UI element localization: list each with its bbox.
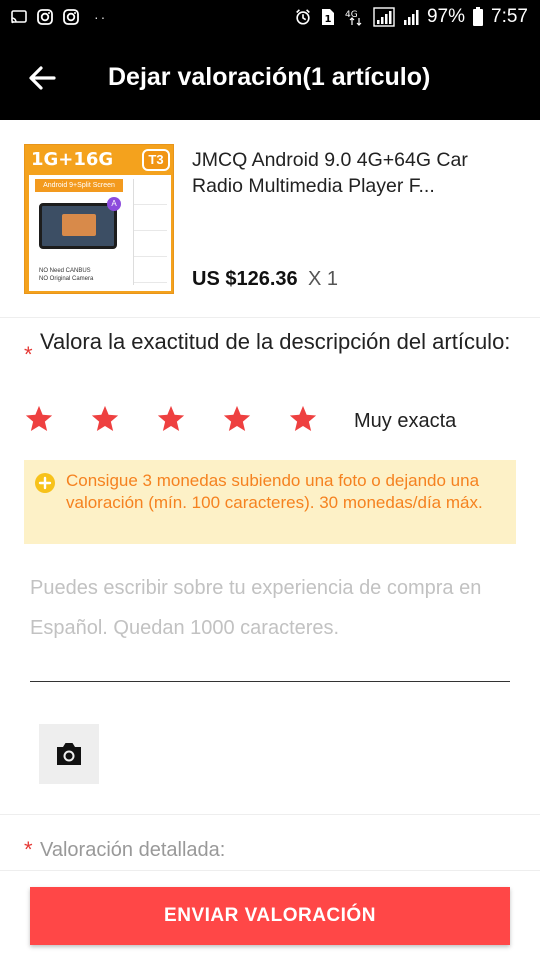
rating-label: Muy exacta: [354, 410, 457, 432]
description-rating-section: * Valora la exactitud de la descripción …: [0, 318, 540, 448]
required-asterisk: *: [24, 837, 33, 862]
alarm-icon: [294, 8, 312, 26]
product-image-note: NO Need CANBUS NO Original Camera: [39, 267, 93, 283]
required-asterisk: *: [24, 342, 33, 367]
product-price: US $126.36: [192, 268, 298, 290]
cast-icon: [10, 8, 28, 26]
add-photo-button[interactable]: [39, 724, 99, 784]
status-bar: ·· 1 4G 97% 7:57: [0, 0, 540, 36]
detailed-rating-label: Valoración detallada:: [40, 839, 226, 861]
instagram-icon: [36, 8, 54, 26]
star-rating: [24, 404, 318, 434]
product-image-note-line: NO Original Camera: [39, 276, 94, 282]
signal-bars-icon: [402, 8, 420, 26]
product-quantity: X 1: [308, 268, 339, 290]
star-4-icon[interactable]: [222, 404, 252, 434]
network-type-icon: 4G: [344, 8, 366, 26]
product-image-note-line: NO Need CANBUS: [39, 268, 91, 274]
product-image[interactable]: 1G+16G T3 Android 9+Split Screen A NO Ne…: [24, 144, 174, 294]
star-2-icon[interactable]: [90, 404, 120, 434]
more-notifications-indicator: ··: [94, 9, 108, 25]
camera-icon: [57, 743, 81, 765]
status-bar-right: 1 4G 97% 7:57: [294, 6, 528, 28]
product-image-spec: 1G+16G: [31, 149, 114, 170]
detailed-rating-section: * Valoración detallada:: [0, 814, 540, 870]
product-card: 1G+16G T3 Android 9+Split Screen A NO Ne…: [0, 120, 540, 318]
product-image-badge: T3: [142, 149, 170, 171]
car-radio-illustration: [39, 203, 117, 249]
sim-icon: 1: [319, 8, 337, 26]
rating-question: Valora la exactitud de la descripción de…: [40, 329, 511, 354]
star-1-icon[interactable]: [24, 404, 54, 434]
review-text-input[interactable]: [30, 568, 510, 682]
battery-icon: [472, 7, 484, 26]
coin-plus-icon: [35, 473, 55, 493]
clock: 7:57: [491, 6, 528, 27]
page-title: Dejar valoración(1 artículo): [108, 63, 431, 91]
product-image-body: Android 9+Split Screen A NO Need CANBUS …: [29, 175, 171, 291]
star-3-icon[interactable]: [156, 404, 186, 434]
back-button[interactable]: [26, 62, 58, 94]
product-image-banner: Android 9+Split Screen: [35, 179, 123, 192]
app-bar: Dejar valoración(1 artículo): [0, 36, 540, 120]
status-bar-left: ··: [10, 8, 107, 26]
signal-icon: [373, 7, 395, 27]
product-title[interactable]: JMCQ Android 9.0 4G+64G Car Radio Multim…: [192, 147, 522, 199]
svg-text:1: 1: [325, 14, 332, 25]
battery-percent: 97%: [426, 6, 466, 27]
submit-bar: ENVIAR VALORACIÓN: [0, 870, 540, 960]
coin-reward-text: Consigue 3 monedas subiendo una foto o d…: [66, 471, 483, 512]
coin-reward-banner: Consigue 3 monedas subiendo una foto o d…: [24, 460, 516, 544]
star-5-icon[interactable]: [288, 404, 318, 434]
product-image-side-panel: [133, 179, 167, 285]
product-image-header: 1G+16G T3: [25, 145, 173, 175]
instagram-icon: [62, 8, 80, 26]
submit-review-button[interactable]: ENVIAR VALORACIÓN: [30, 887, 510, 945]
arrow-left-icon: [29, 66, 56, 90]
product-image-a-marker: A: [107, 197, 121, 211]
